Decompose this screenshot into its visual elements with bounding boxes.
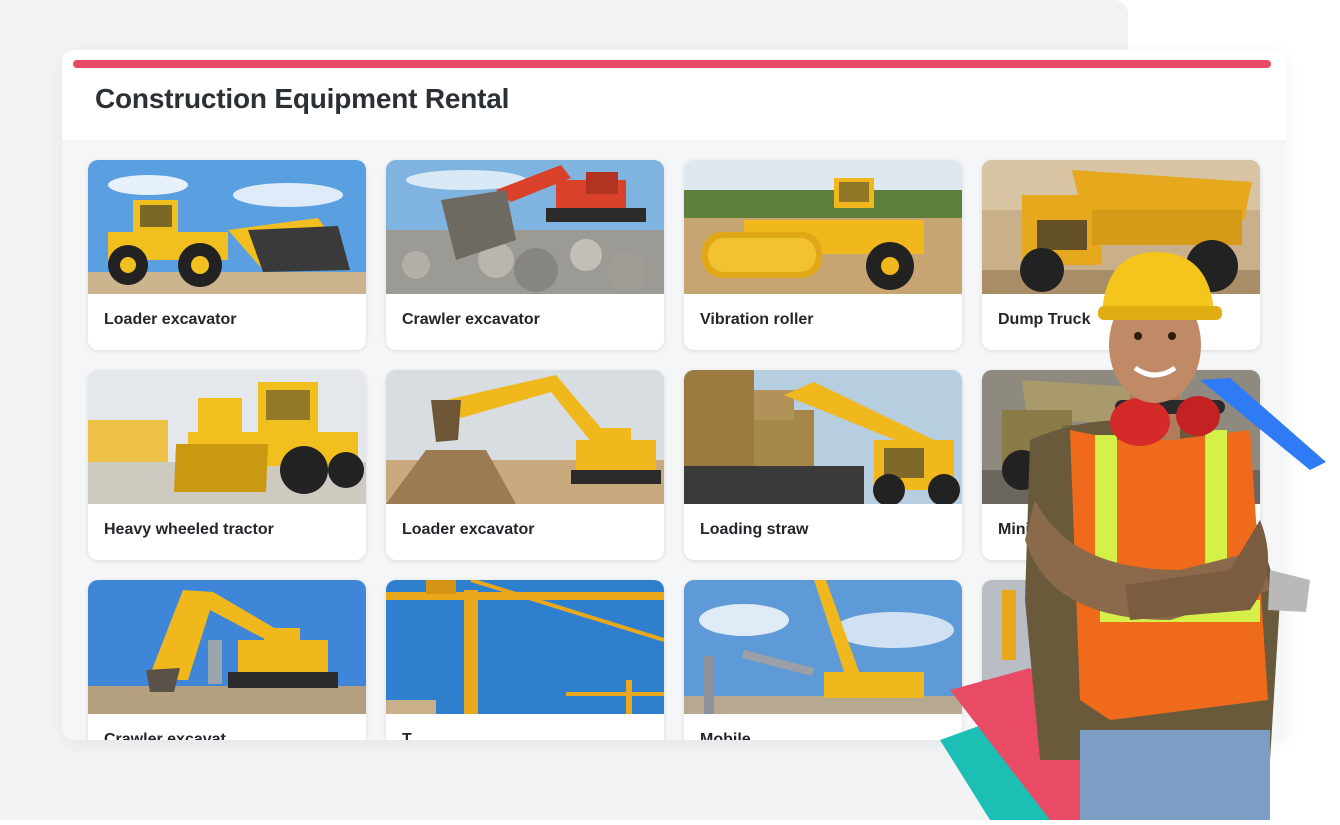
- crawler-excavator-photo: [88, 580, 366, 714]
- equipment-label: Crawler excavat: [104, 731, 226, 740]
- wheeled-tractor-photo: [88, 370, 366, 504]
- equipment-label: Loader excavator: [402, 521, 535, 538]
- crawler-excavator-photo: [386, 160, 664, 294]
- equipment-card[interactable]: T: [386, 580, 664, 740]
- equipment-card[interactable]: Heavy wheeled tractor: [88, 370, 366, 560]
- panel-header: Construction Equipment Rental: [62, 50, 1286, 140]
- equipment-label: Loader excavator: [104, 311, 237, 328]
- telehandler-photo: [684, 370, 962, 504]
- equipment-label: Loading straw: [700, 521, 809, 538]
- equipment-card[interactable]: Crawler excavator: [386, 160, 664, 350]
- accent-bar: [73, 60, 1271, 68]
- equipment-card[interactable]: Loader excavator: [386, 370, 664, 560]
- vibration-roller-photo: [684, 160, 962, 294]
- construction-worker-image: [930, 240, 1340, 820]
- page-title: Construction Equipment Rental: [95, 83, 510, 114]
- equipment-label: Mobile: [700, 731, 751, 740]
- wheel-loader-photo: [88, 160, 366, 294]
- equipment-label: Heavy wheeled tractor: [104, 521, 274, 538]
- equipment-card[interactable]: Mobile: [684, 580, 962, 740]
- excavator-photo: [386, 370, 664, 504]
- equipment-card[interactable]: Loading straw: [684, 370, 962, 560]
- equipment-card[interactable]: Vibration roller: [684, 160, 962, 350]
- mobile-crane-photo: [684, 580, 962, 714]
- equipment-card[interactable]: Loader excavator: [88, 160, 366, 350]
- tower-crane-photo: [386, 580, 664, 714]
- equipment-label: Vibration roller: [700, 311, 814, 328]
- equipment-label: Crawler excavator: [402, 311, 540, 328]
- equipment-card[interactable]: Crawler excavat: [88, 580, 366, 740]
- equipment-label: T: [402, 731, 412, 740]
